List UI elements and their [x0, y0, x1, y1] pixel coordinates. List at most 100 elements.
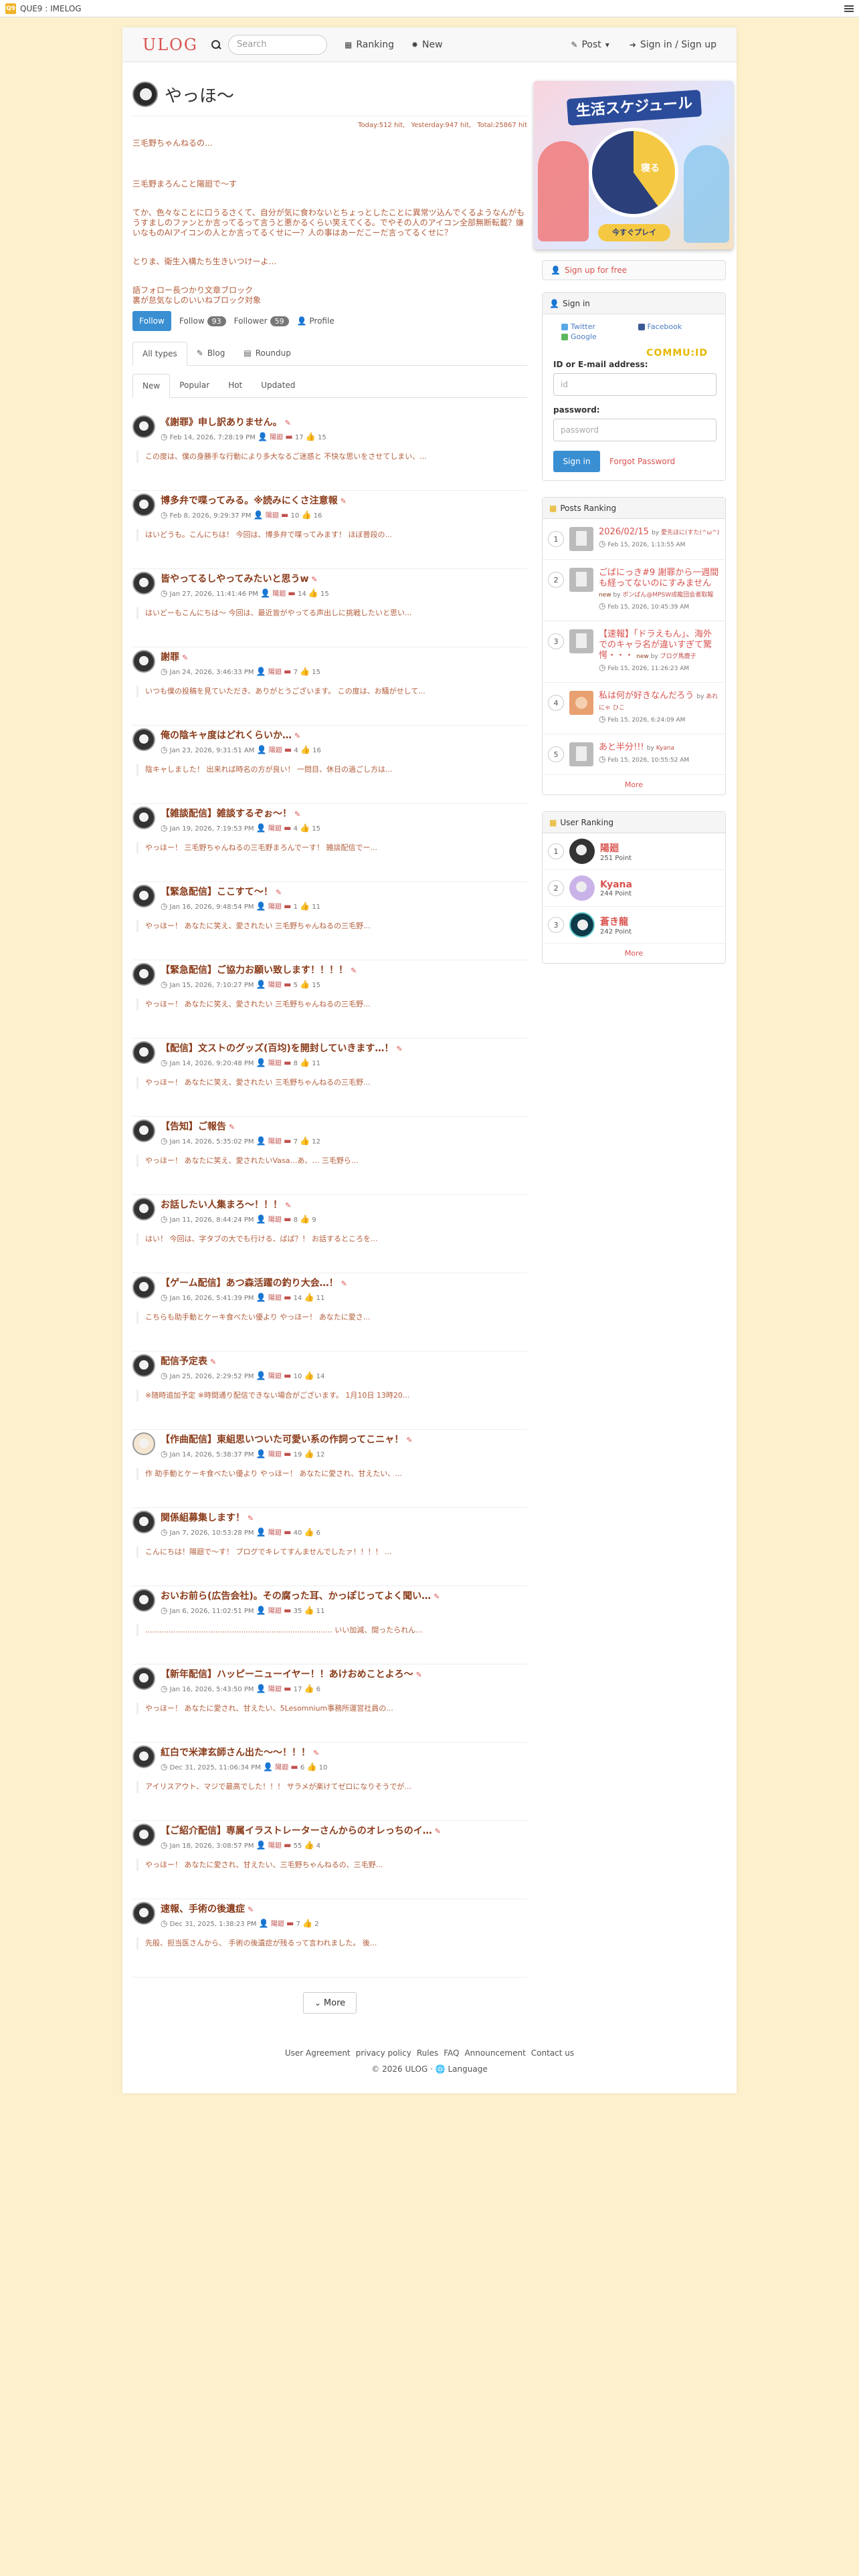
- post-item[interactable]: 【新年配信】ハッピーニューイヤー！！あけおめことよろ〜 ✎ ◷ Jan 16, 20…: [132, 1665, 527, 1743]
- nav-post-dropdown[interactable]: ✎ Post ▾: [571, 39, 609, 50]
- post-title-link[interactable]: 《謝罪》申し訳ありません。 ✎: [161, 415, 326, 429]
- post-title-link[interactable]: お話したい人集まろ〜！！！ ✎: [161, 1198, 316, 1211]
- ad-banner[interactable]: 生活スケジュール 寝る 幻想神域を やる時間 今すぐプレイ: [534, 81, 733, 249]
- post-author[interactable]: 陽廻: [268, 1373, 282, 1380]
- nav-new[interactable]: ✹ New: [411, 39, 443, 50]
- post-avatar[interactable]: [132, 494, 155, 516]
- post-avatar[interactable]: [132, 728, 155, 751]
- post-avatar[interactable]: [132, 572, 155, 595]
- post-avatar[interactable]: [132, 963, 155, 986]
- post-title-link[interactable]: 【緊急配信】ご協力お願い致します！！！！ ✎: [161, 963, 357, 976]
- post-author[interactable]: 陽廻: [272, 591, 286, 598]
- search-icon[interactable]: [211, 39, 221, 50]
- user-name[interactable]: Kyana: [600, 879, 632, 890]
- user-avatar[interactable]: [569, 875, 595, 901]
- post-title-link[interactable]: 紅白で米津玄師さん出た〜〜！！！ ✎: [161, 1745, 327, 1759]
- post-title-link[interactable]: おいお前ら(広告会社)。その腐った耳、かっぽじってよく聞い… ✎: [161, 1589, 440, 1602]
- rank-post-title[interactable]: あと半分!!!: [599, 742, 644, 752]
- post-title-link[interactable]: 【ご紹介配信】専属イラストレーターさんからのオレっちのイ… ✎: [161, 1824, 441, 1837]
- post-item[interactable]: 俺の陰キャ度はどれくらいか… ✎ ◷ Jan 23, 2026, 9:31:51 A…: [132, 726, 527, 804]
- footer-link[interactable]: Rules: [417, 2048, 438, 2058]
- post-item[interactable]: 関係組募集します！ ✎ ◷ Jan 7, 2026, 10:53:28 PM 👤 陽…: [132, 1508, 527, 1586]
- footer-link[interactable]: Contact us: [531, 2048, 574, 2058]
- forgot-password-link[interactable]: Forgot Password: [609, 457, 675, 466]
- post-title-link[interactable]: 【緊急配信】ここすて〜！ ✎: [161, 885, 320, 898]
- post-title-link[interactable]: 【作曲配信】東組思いついた可愛い系の作詞ってこニャ！ ✎: [161, 1432, 413, 1446]
- follow-button[interactable]: Follow: [132, 311, 171, 331]
- post-item[interactable]: 配信予定表 ✎ ◷ Jan 25, 2026, 2:29:52 PM 👤 陽廻 ▬ …: [132, 1352, 527, 1430]
- nav-signin[interactable]: ➜ Sign in / Sign up: [630, 39, 717, 50]
- signup-link[interactable]: 👤 Sign up for free: [542, 260, 726, 280]
- post-avatar[interactable]: [132, 1119, 155, 1142]
- post-item[interactable]: 【雑談配信】雑談するぞぉ〜！ ✎ ◷ Jan 19, 2026, 7:19:53 P…: [132, 804, 527, 882]
- tab-updated[interactable]: Updated: [252, 373, 304, 397]
- post-title-link[interactable]: 速報、手術の後遺症 ✎: [161, 1902, 319, 1915]
- post-rank-item[interactable]: 4 私は何が好きなんだろう by あれにゃ ひこ ◷ Feb 15, 2026, 6…: [543, 683, 725, 734]
- tab-new[interactable]: New: [132, 374, 171, 398]
- post-title-link[interactable]: 配信予定表 ✎: [161, 1354, 324, 1368]
- post-avatar[interactable]: [132, 807, 155, 829]
- post-avatar[interactable]: [132, 1041, 155, 1064]
- rank-post-title[interactable]: ごばにっき#9 謝罪から一週間も経ってないのにすみません: [599, 568, 719, 588]
- breadcrumb[interactable]: QUE9 : IMELOG: [20, 4, 82, 13]
- post-title-link[interactable]: 【新年配信】ハッピーニューイヤー！！あけおめことよろ〜 ✎: [161, 1667, 422, 1681]
- post-rank-item[interactable]: 1 2026/02/15 by 愛先ほに(すた(^ω^) ◷ Feb 15, 202…: [543, 519, 725, 560]
- post-item[interactable]: 【告知】ご報告 ✎ ◷ Jan 14, 2026, 5:35:02 PM 👤 陽廻 …: [132, 1117, 527, 1195]
- post-title-link[interactable]: 俺の陰キャ度はどれくらいか… ✎: [161, 728, 321, 742]
- footer-link[interactable]: privacy policy: [356, 2048, 411, 2058]
- rank-author[interactable]: ブログ馬鹿子: [660, 653, 696, 660]
- post-author[interactable]: 陽廻: [268, 1138, 282, 1146]
- post-item[interactable]: おいお前ら(広告会社)。その腐った耳、かっぽじってよく聞い… ✎ ◷ Jan 6, …: [132, 1586, 527, 1665]
- post-rank-item[interactable]: 5 あと半分!!! by Kyana ◷ Feb 15, 2026, 10:55:5…: [543, 734, 725, 775]
- more-button[interactable]: ⌄ More: [303, 1992, 357, 2014]
- user-avatar[interactable]: [569, 839, 595, 864]
- facebook-login[interactable]: Facebook: [638, 322, 715, 331]
- que9-logo[interactable]: Q9: [5, 3, 16, 14]
- rank-author[interactable]: ボンばん@MPSW成龍団会者取報: [622, 592, 713, 599]
- tab-all-types[interactable]: All types: [132, 342, 187, 366]
- post-avatar[interactable]: [132, 1824, 155, 1846]
- post-item[interactable]: 紅白で米津玄師さん出た〜〜！！！ ✎ ◷ Dec 31, 2025, 11:06:3…: [132, 1743, 527, 1821]
- footer-link[interactable]: Announcement: [464, 2048, 525, 2058]
- user-ranking-more[interactable]: More: [543, 944, 725, 963]
- brand-logo[interactable]: ULOG: [142, 35, 197, 54]
- user-rank-item[interactable]: 1 陽廻 251 Point: [543, 833, 725, 870]
- follower-count[interactable]: Follower 59: [234, 316, 289, 326]
- post-avatar[interactable]: [132, 1589, 155, 1612]
- commu-id-logo[interactable]: COMMU:ID: [553, 348, 714, 358]
- user-name[interactable]: 蒼き龍: [600, 915, 632, 928]
- language-selector[interactable]: Language: [448, 2064, 487, 2074]
- post-author[interactable]: 陽廻: [268, 669, 282, 676]
- footer-brand[interactable]: ULOG: [405, 2064, 427, 2074]
- post-avatar[interactable]: [132, 1198, 155, 1220]
- post-author[interactable]: 陽廻: [268, 1529, 282, 1537]
- rank-author[interactable]: 愛先ほに(すた(^ω^): [661, 530, 719, 536]
- post-title-link[interactable]: 【告知】ご報告 ✎: [161, 1119, 320, 1133]
- post-avatar[interactable]: [132, 415, 155, 438]
- tab-popular[interactable]: Popular: [170, 373, 219, 397]
- twitter-login[interactable]: Twitter: [561, 322, 638, 331]
- post-title-link[interactable]: 【雑談配信】雑談するぞぉ〜！ ✎: [161, 807, 320, 820]
- post-author[interactable]: 陽廻: [268, 903, 282, 911]
- post-title-link[interactable]: 謝罪 ✎: [161, 650, 320, 663]
- post-author[interactable]: 陽廻: [271, 1921, 284, 1928]
- post-item[interactable]: 皆やってるしやってみたいと思うw ✎ ◷ Jan 27, 2026, 11:41:4…: [132, 569, 527, 647]
- post-author[interactable]: 陽廻: [268, 1451, 282, 1459]
- post-avatar[interactable]: [132, 1511, 155, 1533]
- post-item[interactable]: 謝罪 ✎ ◷ Jan 24, 2026, 3:46:33 PM 👤 陽廻 ▬ 7 👍…: [132, 647, 527, 726]
- follow-count[interactable]: Follow 93: [179, 316, 226, 326]
- user-rank-item[interactable]: 2 Kyana 244 Point: [543, 870, 725, 907]
- post-title-link[interactable]: 関係組募集します！ ✎: [161, 1511, 320, 1524]
- post-author[interactable]: 陽廻: [275, 1764, 288, 1772]
- post-author[interactable]: 陽廻: [268, 825, 282, 833]
- profile-link[interactable]: 👤 Profile: [297, 316, 335, 326]
- post-avatar[interactable]: [132, 1432, 155, 1455]
- rank-author[interactable]: Kyana: [656, 745, 674, 752]
- post-item[interactable]: 速報、手術の後遺症 ✎ ◷ Dec 31, 2025, 1:38:23 PM 👤 陽…: [132, 1899, 527, 1977]
- post-title-link[interactable]: 【配信】文ストのグッズ(百均)を開封していきます…！ ✎: [161, 1041, 403, 1055]
- user-name[interactable]: 陽廻: [600, 841, 632, 855]
- user-rank-item[interactable]: 3 蒼き龍 242 Point: [543, 907, 725, 944]
- post-item[interactable]: 【ゲーム配信】あつ森活躍の釣り大会…！ ✎ ◷ Jan 16, 2026, 5:41…: [132, 1273, 527, 1352]
- footer-link[interactable]: FAQ: [444, 2048, 459, 2058]
- post-avatar[interactable]: [132, 1745, 155, 1768]
